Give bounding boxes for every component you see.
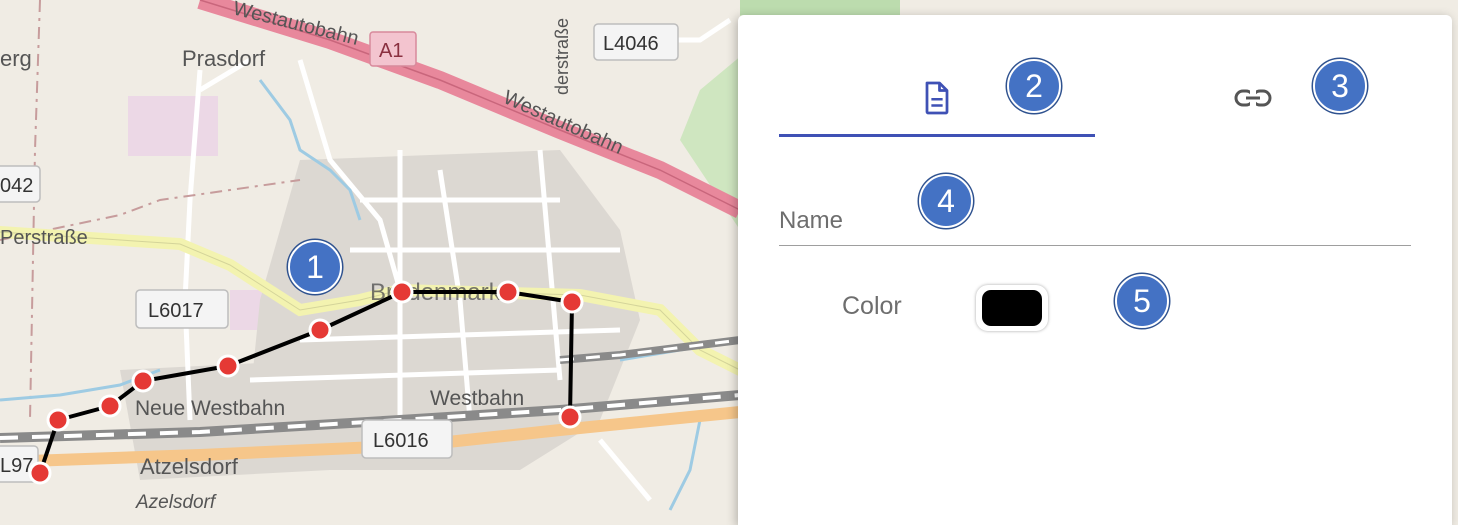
- road-shield-l042: 042: [0, 165, 41, 203]
- path-vertex[interactable]: [558, 405, 582, 429]
- road-shield-l6017: L6017: [135, 289, 229, 329]
- road-shield-a1: A1: [369, 31, 417, 67]
- svg-text:A1: A1: [379, 40, 403, 62]
- map-label-berg: erg: [0, 46, 32, 71]
- map-label-westbahn: Westbahn: [430, 387, 524, 410]
- path-vertex[interactable]: [308, 318, 332, 342]
- color-swatch-fill: [982, 290, 1042, 326]
- road-shield-l4046: L4046: [593, 23, 679, 61]
- color-label: Color: [842, 292, 902, 320]
- callout-badge-5: 5: [1115, 274, 1169, 328]
- path-vertex[interactable]: [46, 408, 70, 432]
- forest-area: [740, 0, 900, 15]
- svg-text:L4046: L4046: [603, 33, 659, 55]
- svg-text:L97: L97: [0, 455, 33, 477]
- name-input[interactable]: [779, 207, 1411, 235]
- svg-text:L6016: L6016: [373, 430, 429, 452]
- callout-badge-1: 1: [288, 240, 342, 294]
- map-label-neue-westbahn: Neue Westbahn: [135, 397, 285, 420]
- path-vertex[interactable]: [98, 394, 122, 418]
- map-label-atzelsdorf: Atzelsdorf: [140, 454, 239, 479]
- map-label-perstrasse: Perstraße: [0, 227, 88, 249]
- color-picker-button[interactable]: [976, 285, 1048, 331]
- link-icon: [1233, 86, 1273, 115]
- industrial-area: [128, 96, 218, 156]
- path-vertex[interactable]: [131, 369, 155, 393]
- svg-text:042: 042: [0, 175, 33, 197]
- map-label-azelsdorf: Azelsdorf: [135, 492, 217, 513]
- callout-badge-3: 3: [1313, 59, 1367, 113]
- path-vertex[interactable]: [560, 290, 584, 314]
- map-label-prasdorf: Prasdorf: [182, 46, 266, 71]
- road-shield-l6016: L6016: [361, 419, 453, 459]
- svg-text:L6017: L6017: [148, 300, 204, 322]
- active-tab-indicator: [779, 134, 1095, 137]
- callout-badge-4: 4: [919, 174, 973, 228]
- path-vertex[interactable]: [28, 461, 52, 485]
- callout-badge-2: 2: [1007, 59, 1061, 113]
- path-vertex[interactable]: [390, 280, 414, 304]
- name-field[interactable]: [779, 187, 1411, 246]
- map-label-street: derstraße: [552, 18, 572, 95]
- path-vertex[interactable]: [496, 280, 520, 304]
- path-vertex[interactable]: [216, 354, 240, 378]
- document-icon: [922, 80, 952, 121]
